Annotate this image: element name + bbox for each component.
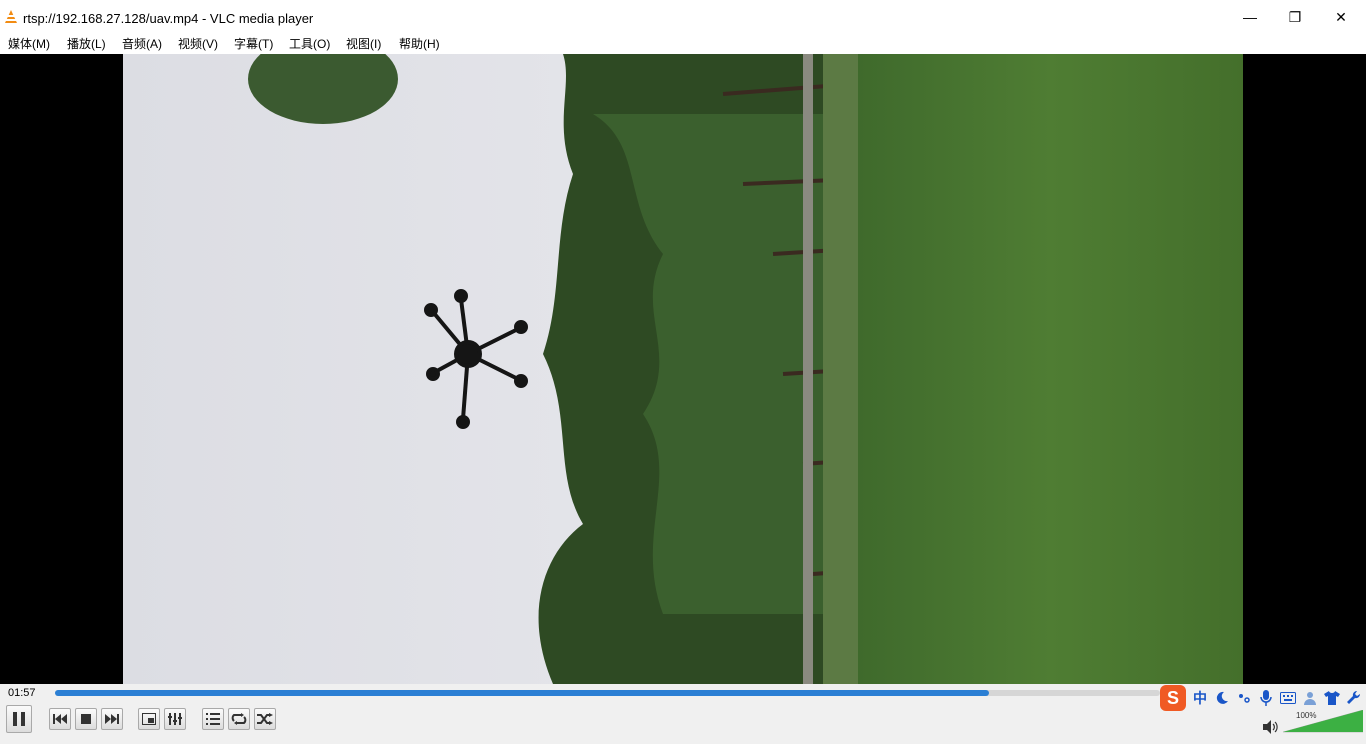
- menu-bar: 媒体(M) 播放(L) 音频(A) 视频(V) 字幕(T) 工具(O) 视图(I…: [0, 32, 1366, 54]
- video-area[interactable]: [0, 54, 1366, 684]
- seek-progress: [55, 690, 989, 696]
- seek-slider[interactable]: [55, 690, 1160, 696]
- menu-playback[interactable]: 播放(L): [67, 35, 106, 52]
- loop-button[interactable]: [228, 708, 250, 730]
- microphone-icon[interactable]: [1256, 688, 1276, 708]
- restore-button[interactable]: ❐: [1283, 8, 1307, 26]
- next-button[interactable]: [101, 708, 123, 730]
- menu-subtitle[interactable]: 字幕(T): [234, 35, 273, 52]
- shuffle-button[interactable]: [254, 708, 276, 730]
- extended-settings-button[interactable]: [164, 708, 186, 730]
- menu-view[interactable]: 视图(I): [346, 35, 381, 52]
- video-frame: [123, 54, 1243, 684]
- control-bar: 01:57 S 中 100%: [0, 684, 1366, 744]
- pause-icon: [13, 712, 25, 726]
- previous-icon: [53, 714, 67, 724]
- fullscreen-button[interactable]: [138, 708, 160, 730]
- elapsed-time: 01:57: [8, 687, 36, 699]
- minimize-button[interactable]: —: [1238, 8, 1262, 26]
- sogou-logo-icon[interactable]: S: [1160, 685, 1186, 711]
- close-button[interactable]: ✕: [1329, 8, 1353, 26]
- menu-audio[interactable]: 音频(A): [122, 35, 162, 52]
- next-icon: [105, 714, 119, 724]
- moon-icon[interactable]: [1212, 688, 1232, 708]
- playlist-button[interactable]: [202, 708, 224, 730]
- fullscreen-icon: [142, 713, 156, 725]
- volume-slider[interactable]: [1283, 710, 1363, 734]
- chinese-mode-icon[interactable]: 中: [1190, 688, 1210, 708]
- playlist-icon: [206, 713, 220, 725]
- equalizer-icon: [168, 713, 182, 725]
- menu-tools[interactable]: 工具(O): [289, 35, 330, 52]
- window-title: rtsp://192.168.27.128/uav.mp4 - VLC medi…: [23, 11, 314, 26]
- previous-button[interactable]: [49, 708, 71, 730]
- skin-shirt-icon[interactable]: [1322, 688, 1342, 708]
- shuffle-icon: [257, 713, 273, 725]
- menu-help[interactable]: 帮助(H): [399, 35, 440, 52]
- punctuation-icon[interactable]: [1234, 688, 1254, 708]
- keyboard-icon[interactable]: [1278, 688, 1298, 708]
- title-bar: rtsp://192.168.27.128/uav.mp4 - VLC medi…: [0, 0, 1366, 32]
- user-icon[interactable]: [1300, 688, 1320, 708]
- menu-video[interactable]: 视频(V): [178, 35, 218, 52]
- menu-media[interactable]: 媒体(M): [8, 35, 50, 52]
- stop-button[interactable]: [75, 708, 97, 730]
- stop-icon: [81, 714, 91, 724]
- vlc-cone-icon: [5, 10, 17, 23]
- loop-icon: [231, 713, 247, 725]
- wrench-icon[interactable]: [1344, 688, 1364, 708]
- speaker-icon[interactable]: [1263, 720, 1279, 734]
- pause-button[interactable]: [6, 705, 32, 733]
